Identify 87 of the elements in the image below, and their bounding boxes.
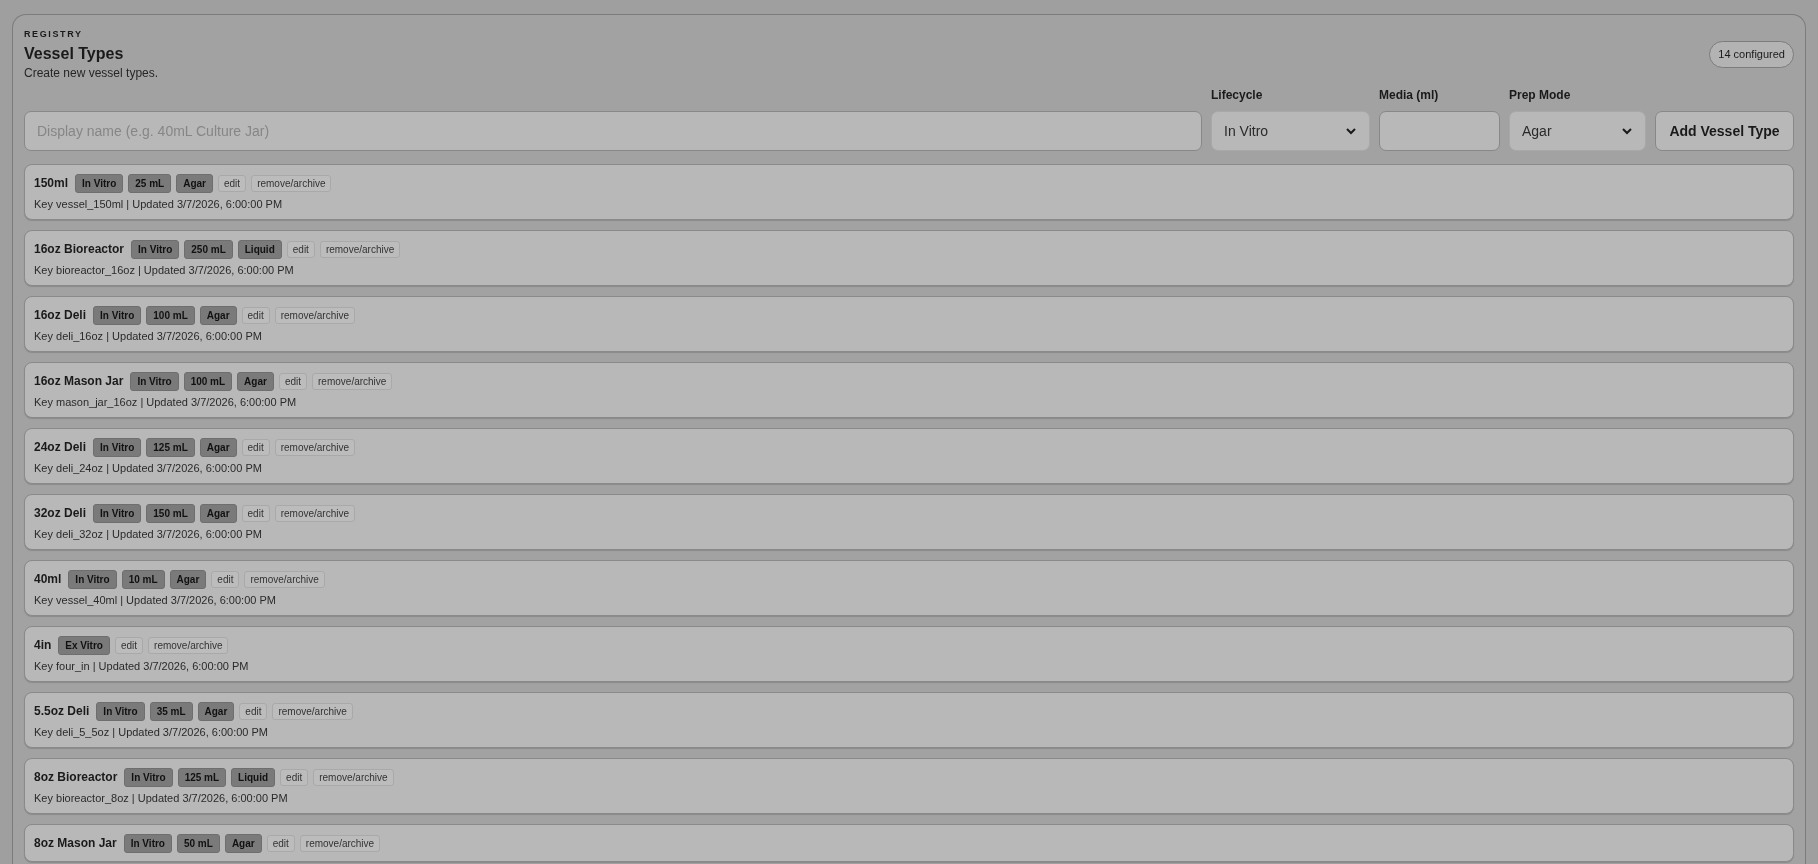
- vessel-tag: Liquid: [237, 239, 282, 259]
- row-action-button[interactable]: edit: [280, 768, 309, 786]
- vessel-tag: In Vitro: [123, 833, 172, 853]
- vessel-name: 16oz Bioreactor: [34, 241, 125, 258]
- chevron-down-icon: [1345, 125, 1357, 137]
- vessel-tag: Agar: [197, 701, 235, 721]
- row-action-button[interactable]: edit: [241, 306, 270, 324]
- vessel-meta: Key bioreactor_8oz | Updated 3/7/2026, 6:00:00 PM: [34, 791, 289, 806]
- vessel-tag: Agar: [169, 569, 207, 589]
- add-vessel-type-button[interactable]: Add Vessel Type: [1655, 111, 1794, 151]
- row-action-button[interactable]: remove/archive: [319, 240, 401, 258]
- vessel-tag: In Vitro: [96, 701, 145, 721]
- vessel-tag: 10 mL: [121, 569, 165, 589]
- vessel-meta: Key bioreactor_16oz | Updated 3/7/2026, 6:00:00 PM: [34, 263, 295, 278]
- row-action-button[interactable]: remove/archive: [299, 834, 381, 852]
- vessel-tag: Agar: [224, 833, 262, 853]
- vessel-tag: Agar: [237, 371, 274, 391]
- row-action-button[interactable]: remove/archive: [148, 636, 229, 654]
- row-action-button[interactable]: edit: [286, 240, 315, 258]
- vessel-meta: Key mason_jar_16oz | Updated 3/7/2026, 6:00:00 PM: [34, 395, 298, 410]
- vessel-tag: 50 mL: [176, 833, 220, 853]
- vessel-name: 32oz Deli: [34, 505, 87, 522]
- vessel-meta: Key vessel_40ml | Updated 3/7/2026, 6:00:00 PM: [34, 593, 277, 608]
- vessel-name: 150ml: [34, 175, 69, 192]
- vessel-tag: In Vitro: [93, 503, 142, 523]
- vessel-name: 24oz Deli: [34, 439, 87, 456]
- row-action-button[interactable]: remove/archive: [274, 306, 356, 324]
- vessel-meta: Key deli_32oz | Updated 3/7/2026, 6:00:00 PM: [34, 527, 263, 542]
- vessel-tag: In Vitro: [75, 173, 124, 193]
- vessel-tag: 250 mL: [184, 239, 233, 259]
- vessel-tag: Ex Vitro: [58, 635, 110, 655]
- vessel-tag: 125 mL: [146, 437, 195, 457]
- vessel-name: 8oz Bioreactor: [34, 769, 118, 786]
- row-action-button[interactable]: remove/archive: [313, 768, 394, 786]
- section-title: Vessel Types: [24, 44, 125, 64]
- vessel-name: 5.5oz Deli: [34, 703, 90, 720]
- row-action-button[interactable]: edit: [211, 570, 240, 588]
- vessel-tag: Agar: [199, 305, 237, 325]
- vessel-tag: 35 mL: [149, 701, 193, 721]
- vessel-tag: 150 mL: [146, 503, 195, 523]
- vessel-tag: In Vitro: [93, 305, 142, 325]
- vessel-meta: Key vessel_150ml | Updated 3/7/2026, 6:00:00 PM: [34, 197, 284, 212]
- vessel-name: 40ml: [34, 571, 62, 588]
- vessel-tag: Agar: [176, 173, 213, 193]
- count-badge: 14 configured: [1709, 41, 1794, 68]
- section-eyebrow: REGISTRY: [24, 28, 84, 41]
- vessel-tag: 100 mL: [146, 305, 195, 325]
- vessel-tag: Agar: [199, 503, 237, 523]
- vessel-tag: In Vitro: [124, 767, 173, 787]
- row-action-button[interactable]: edit: [278, 372, 308, 390]
- vessel-name: 8oz Mason Jar: [34, 835, 117, 852]
- vessel-tag: In Vitro: [93, 437, 142, 457]
- vessel-meta: Key deli_24oz | Updated 3/7/2026, 6:00:00 PM: [34, 461, 263, 476]
- row-action-button[interactable]: remove/archive: [274, 504, 356, 522]
- row-action-button[interactable]: edit: [218, 174, 247, 192]
- vessel-tag: In Vitro: [131, 239, 180, 259]
- field-label: Prep Mode: [1509, 88, 1572, 102]
- section-subtitle: Create new vessel types.: [24, 65, 159, 81]
- media-field[interactable]: [1379, 111, 1500, 151]
- row-action-button[interactable]: remove/archive: [312, 372, 393, 390]
- vessel-tag: In Vitro: [68, 569, 117, 589]
- vessel-meta: Key deli_5_5oz | Updated 3/7/2026, 6:00:00 PM: [34, 725, 270, 740]
- row-action-button[interactable]: remove/archive: [251, 174, 332, 192]
- row-action-button[interactable]: edit: [241, 438, 270, 456]
- vessel-meta: Key four_in | Updated 3/7/2026, 6:00:00 PM: [34, 659, 250, 674]
- row-action-button[interactable]: remove/archive: [274, 438, 356, 456]
- vessel-name: 16oz Deli: [34, 307, 87, 324]
- vessel-tag: 100 mL: [183, 371, 233, 391]
- chevron-down-icon: [1621, 125, 1633, 137]
- row-action-button[interactable]: edit: [114, 636, 144, 654]
- row-action-button[interactable]: edit: [241, 504, 270, 522]
- vessel-name: 16oz Mason Jar: [34, 373, 124, 390]
- row-action-button[interactable]: edit: [266, 834, 295, 852]
- vessel-name: 4in: [34, 637, 52, 654]
- vessel-tag: 125 mL: [177, 767, 227, 787]
- vessel-meta: Key deli_16oz | Updated 3/7/2026, 6:00:00 PM: [34, 329, 263, 344]
- field-label: Lifecycle: [1211, 88, 1264, 102]
- vessel-tag: In Vitro: [130, 371, 179, 391]
- field-label: Media (ml): [1379, 88, 1440, 102]
- vessel-tag: 25 mL: [128, 173, 172, 193]
- row-action-button[interactable]: remove/archive: [244, 570, 325, 588]
- vessel-tag: Agar: [199, 437, 237, 457]
- dropdown-field[interactable]: In Vitro: [1211, 111, 1370, 151]
- dropdown-field[interactable]: Agar: [1509, 111, 1646, 151]
- row-action-button[interactable]: remove/archive: [272, 702, 353, 720]
- vessel-tag: Liquid: [231, 767, 276, 787]
- row-action-button[interactable]: edit: [239, 702, 268, 720]
